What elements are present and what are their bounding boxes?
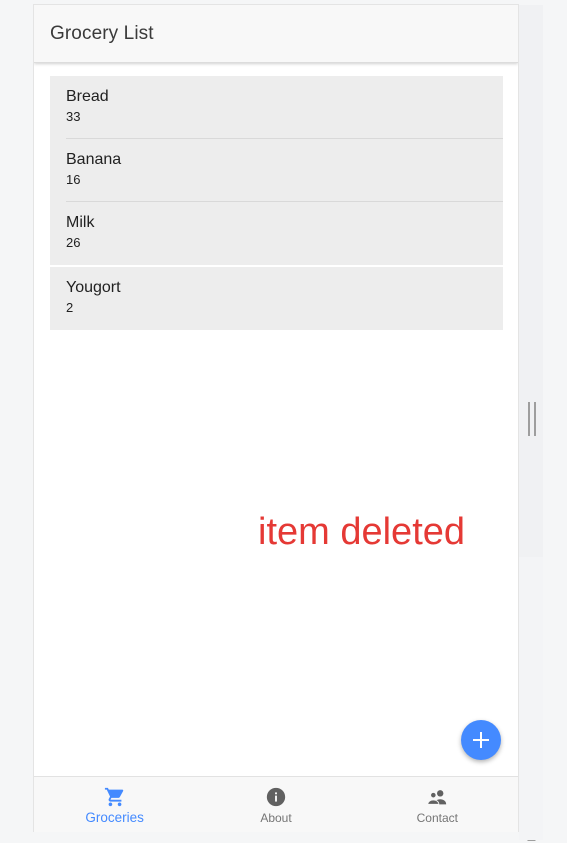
item-quantity: 2 [66,300,74,315]
list-item[interactable]: Milk 26 [50,202,503,265]
app-window: Grocery List Bread 33 Banana 16 Milk 26 … [33,4,519,832]
item-quantity: 26 [66,235,81,250]
toast-message: item deleted [258,511,466,553]
app-bar: Grocery List [34,5,518,63]
list-item[interactable]: Bread 33 [50,76,503,139]
item-quantity: 33 [66,109,81,124]
item-name: Bread [66,88,109,105]
cart-icon [104,787,123,807]
info-icon [266,787,286,807]
grocery-list: Bread 33 Banana 16 Milk 26 Yougort 2 [50,76,503,330]
contacts-icon [427,790,447,805]
list-item[interactable]: Yougort 2 [50,267,503,330]
resize-handle[interactable] [528,402,536,436]
nav-tab-groceries[interactable]: Groceries [34,777,195,832]
nav-tab-about[interactable]: About [195,777,356,832]
nav-label: About [260,811,292,825]
plus-icon [473,732,489,748]
item-name: Yougort [66,279,121,296]
add-item-button[interactable] [461,720,501,760]
item-name: Milk [66,214,95,231]
nav-tab-contact[interactable]: Contact [357,777,518,832]
nav-label: Groceries [85,810,144,825]
nav-label: Contact [416,811,458,825]
list-item[interactable]: Banana 16 [50,139,503,202]
item-quantity: 16 [66,172,81,187]
bottom-navigation: Groceries About Contact [34,776,518,832]
page-title: Grocery List [50,23,154,44]
item-name: Banana [66,151,122,168]
side-panel-lower [519,557,543,840]
